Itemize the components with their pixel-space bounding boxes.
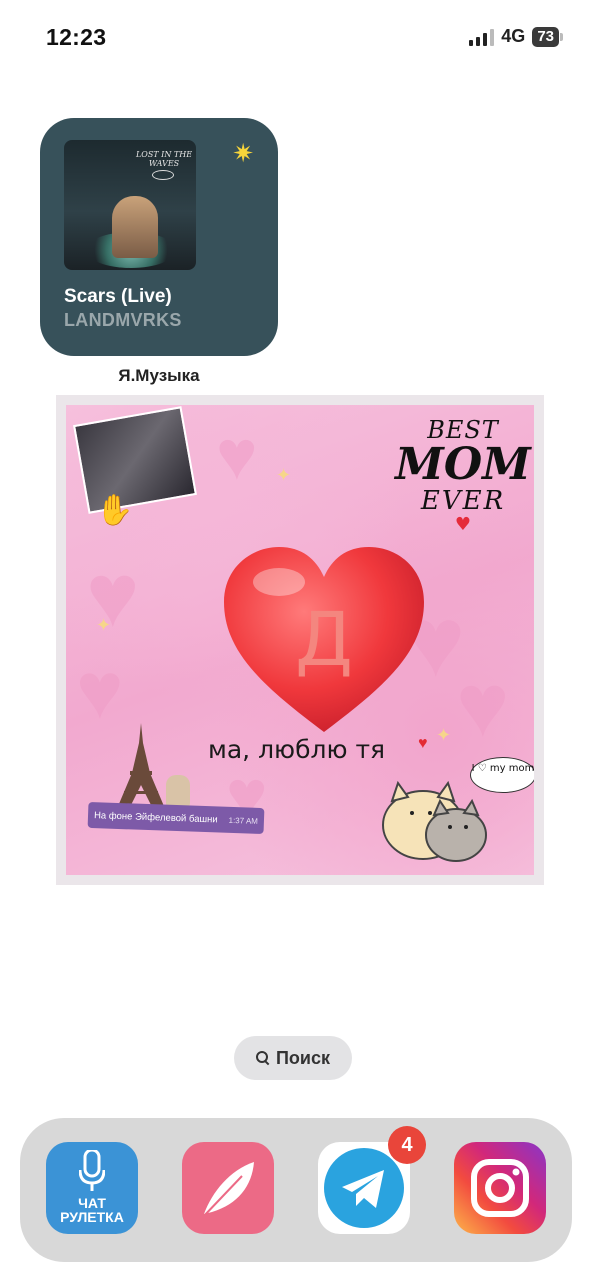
hand-emoji-icon: ✋	[96, 494, 134, 527]
photo-caption: ма, люблю тя	[208, 735, 386, 764]
app-label-line2: РУЛЕТКА	[60, 1209, 124, 1225]
search-button[interactable]: Поиск	[234, 1036, 352, 1080]
feather-icon	[201, 1162, 254, 1219]
music-widget[interactable]: LOST IN THE WAVES ✷ Scars (Live) LANDMVR…	[40, 118, 278, 356]
instagram-app-icon[interactable]	[454, 1142, 546, 1234]
photo-widget[interactable]: ♥ ♥ ♥ ♥ ♥ ♥ ✦ ✦ ✦ ✋ BEST MOM EVER ♥ Д ма…	[56, 395, 544, 885]
chat-roulette-app-icon[interactable]: ЧАТ РУЛЕТКА	[46, 1142, 138, 1234]
photo-collage: ♥ ♥ ♥ ♥ ♥ ♥ ✦ ✦ ✦ ✋ BEST MOM EVER ♥ Д ма…	[66, 405, 534, 875]
track-artist: LANDMVRKS	[64, 310, 182, 330]
track-title: Scars (Live)	[64, 286, 172, 307]
small-heart-icon: ♥	[418, 735, 428, 752]
album-art: LOST IN THE WAVES	[64, 140, 196, 270]
home-screen: 12:23 4G 73 LOST IN THE WAVES ✷ Scars (L…	[0, 0, 591, 1280]
dock: ЧАТ РУЛЕТКА 4	[20, 1118, 572, 1262]
status-time: 12:23	[46, 24, 107, 50]
search-icon	[255, 1051, 270, 1065]
sticker-mom: MOM	[395, 439, 531, 490]
telegram-app-icon[interactable]: 4	[318, 1126, 426, 1234]
best-mom-ever-sticker: BEST MOM EVER ♥	[388, 417, 534, 557]
microphone-icon	[79, 1150, 105, 1191]
album-art-title: LOST IN THE WAVES	[135, 150, 193, 168]
sticker-ever: EVER	[420, 486, 506, 516]
signal-icon	[469, 28, 495, 46]
heart-icon: ♥	[454, 514, 472, 535]
network-type: 4G	[501, 26, 526, 46]
status-indicators: 4G 73	[469, 26, 563, 47]
heart-letter: Д	[295, 597, 353, 683]
battery-icon: 73	[532, 26, 563, 47]
app-label-line1: ЧАТ	[78, 1195, 106, 1211]
message-bubble: На фоне Эйфелевой башни 1:37 AM	[87, 801, 265, 835]
yandex-music-star-icon: ✷	[232, 138, 254, 168]
feather-app-icon[interactable]	[182, 1142, 274, 1234]
search-label: Поиск	[275, 1047, 331, 1068]
battery-level: 73	[532, 26, 559, 47]
cat-sticker-photo	[73, 406, 197, 514]
widget-label: Я.Музыка	[118, 366, 200, 385]
message-text: На фоне Эйфелевой башни	[93, 809, 218, 825]
i-love-my-mom-bubble: I ♡ my mom	[470, 757, 534, 793]
message-time: 1:37 AM	[228, 815, 259, 826]
notification-badge: 4	[388, 1126, 426, 1164]
instagram-icon	[471, 1159, 529, 1217]
